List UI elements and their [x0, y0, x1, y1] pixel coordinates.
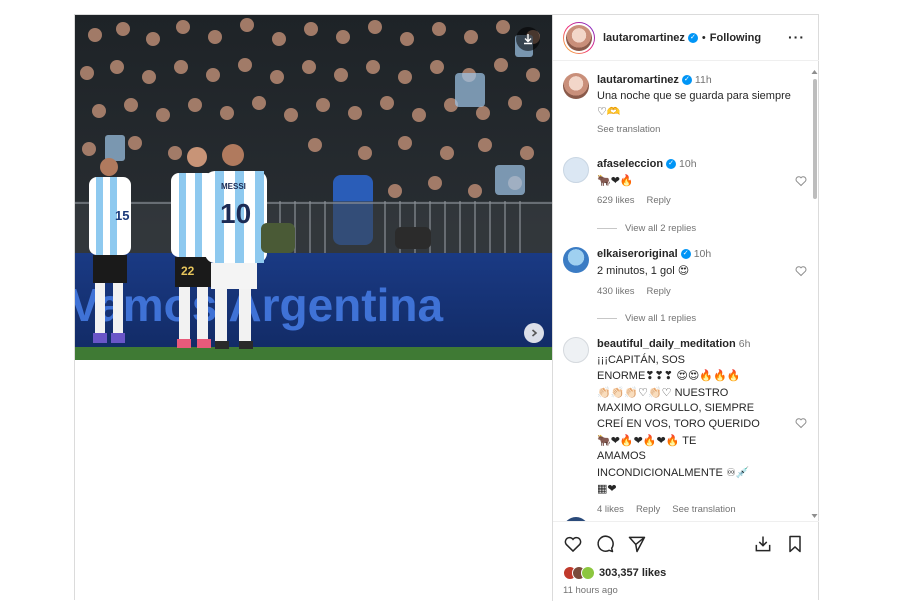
- comment-text-line: CREÍ EN VOS, TORO QUERIDO: [597, 417, 760, 430]
- comment-emoji: ♡🫶: [597, 105, 621, 119]
- likes-count[interactable]: 303,357 likes: [599, 567, 666, 579]
- like-heart-icon[interactable]: [563, 534, 583, 554]
- verified-badge-icon: ✓: [681, 75, 692, 86]
- comment-emoji: ❣❣❣ 😍😍🔥🔥🔥: [645, 369, 741, 383]
- comment-time: 11h: [694, 74, 712, 86]
- jersey-name-right: MESSI: [221, 182, 246, 191]
- comment-likes[interactable]: 430 likes: [597, 286, 635, 297]
- comment-text-line: AMAMOS: [597, 450, 646, 463]
- share-plane-icon[interactable]: [627, 534, 647, 554]
- avatar[interactable]: [563, 337, 589, 363]
- comment-text: Una noche que se guarda para siempre: [597, 89, 791, 102]
- comment-emoji: 🐂❤🔥❤🔥❤🔥: [597, 433, 680, 447]
- download-icon[interactable]: [516, 27, 540, 51]
- comment-emoji: 😍: [677, 263, 690, 277]
- comment-username[interactable]: lautaromartinez: [597, 74, 679, 86]
- download-tray-icon[interactable]: [753, 534, 773, 554]
- jersey-number-mid: 22: [181, 264, 195, 278]
- post-dialog: Vamos Argentina 15 22 MESSI 10 lautaroma…: [74, 14, 819, 601]
- see-translation-link[interactable]: See translation: [597, 124, 660, 135]
- comment-text-line: NUESTRO: [674, 386, 729, 399]
- comment-time: 6h: [738, 338, 751, 350]
- view-replies-text[interactable]: View all 1 replies: [625, 313, 696, 324]
- header-separator: •: [701, 31, 706, 44]
- comment-bubble-icon[interactable]: [595, 534, 615, 554]
- reply-button[interactable]: Reply: [636, 504, 660, 515]
- comment-emoji: 👏🏻👏🏻👏🏻♡👏🏻♡: [597, 385, 672, 399]
- post-photo[interactable]: Vamos Argentina 15 22 MESSI 10: [75, 15, 552, 360]
- post-sidebar: lautaromartinez ✓ • Following ··· lautar…: [553, 15, 819, 601]
- likes-summary[interactable]: 303,357 likes: [563, 566, 666, 580]
- comment-text-line: ¡¡¡CAPITÁN, SOS: [597, 353, 686, 366]
- stadium-photo: Vamos Argentina 15 22 MESSI 10: [75, 15, 552, 360]
- liker-avatar: [581, 566, 595, 580]
- comment-likes[interactable]: 4 likes: [597, 504, 624, 515]
- see-translation-link[interactable]: See translation: [672, 504, 735, 515]
- view-replies[interactable]: View all 1 replies: [597, 313, 696, 324]
- comment-username[interactable]: beautiful_daily_meditation: [597, 338, 736, 350]
- verified-badge-icon: ✓: [687, 32, 698, 43]
- view-replies-text[interactable]: View all 2 replies: [625, 223, 696, 234]
- comment-emoji: ▦❤: [597, 482, 617, 496]
- verified-badge-icon: ✓: [680, 249, 691, 260]
- jersey-number-left: 15: [115, 208, 129, 223]
- author-avatar[interactable]: [563, 21, 595, 54]
- comment-likes[interactable]: 629 likes: [597, 195, 635, 206]
- comment-text: 2 minutos, 1 gol: [597, 264, 675, 277]
- verified-badge-icon: ✓: [666, 159, 677, 170]
- comment-username[interactable]: afaseleccion: [597, 158, 663, 170]
- following-button[interactable]: Following: [710, 32, 761, 44]
- next-photo-arrow-icon[interactable]: [524, 323, 544, 343]
- photo-empty-area: [75, 360, 552, 601]
- comment-text-line: MAXIMO ORGULLO, SIEMPRE: [597, 402, 755, 415]
- post-actions: 303,357 likes 11 hours ago: [553, 521, 819, 601]
- post-time-ago: 11 hours ago: [563, 585, 618, 596]
- avatar[interactable]: [563, 157, 589, 183]
- post-header: lautaromartinez ✓ • Following ···: [553, 15, 819, 61]
- comment-text-line: TE: [682, 434, 697, 447]
- avatar[interactable]: [563, 73, 589, 99]
- comments-scrollbar[interactable]: [811, 67, 818, 523]
- avatar[interactable]: [563, 247, 589, 273]
- comment-emoji: 🐂❤🔥: [597, 173, 634, 187]
- comment-time: 10h: [693, 248, 712, 260]
- like-comment-heart-icon[interactable]: [795, 417, 807, 429]
- comment-emoji: ♾💉: [725, 465, 750, 479]
- like-comment-heart-icon[interactable]: [795, 265, 807, 277]
- like-comment-heart-icon[interactable]: [795, 175, 807, 187]
- comment-time: 10h: [679, 158, 697, 170]
- comment-text-line: INCONDICIONALMENTE: [597, 466, 723, 479]
- save-bookmark-icon[interactable]: [785, 534, 805, 554]
- comment-username[interactable]: elkaiseroriginal: [597, 248, 678, 260]
- ad-banner-text: Vamos Argentina: [75, 279, 443, 331]
- comments-list[interactable]: lautaromartinez ✓ 11h Una noche que se gua…: [553, 67, 811, 521]
- view-replies[interactable]: View all 2 replies: [597, 223, 696, 234]
- reply-button[interactable]: Reply: [647, 286, 671, 297]
- author-username[interactable]: lautaromartinez: [603, 32, 685, 44]
- more-options-icon[interactable]: ···: [788, 29, 805, 45]
- comment-text-line: ENORME: [597, 370, 646, 383]
- scrollbar-thumb[interactable]: [813, 79, 817, 199]
- jersey-number-right: 10: [220, 198, 251, 229]
- reply-button[interactable]: Reply: [647, 195, 671, 206]
